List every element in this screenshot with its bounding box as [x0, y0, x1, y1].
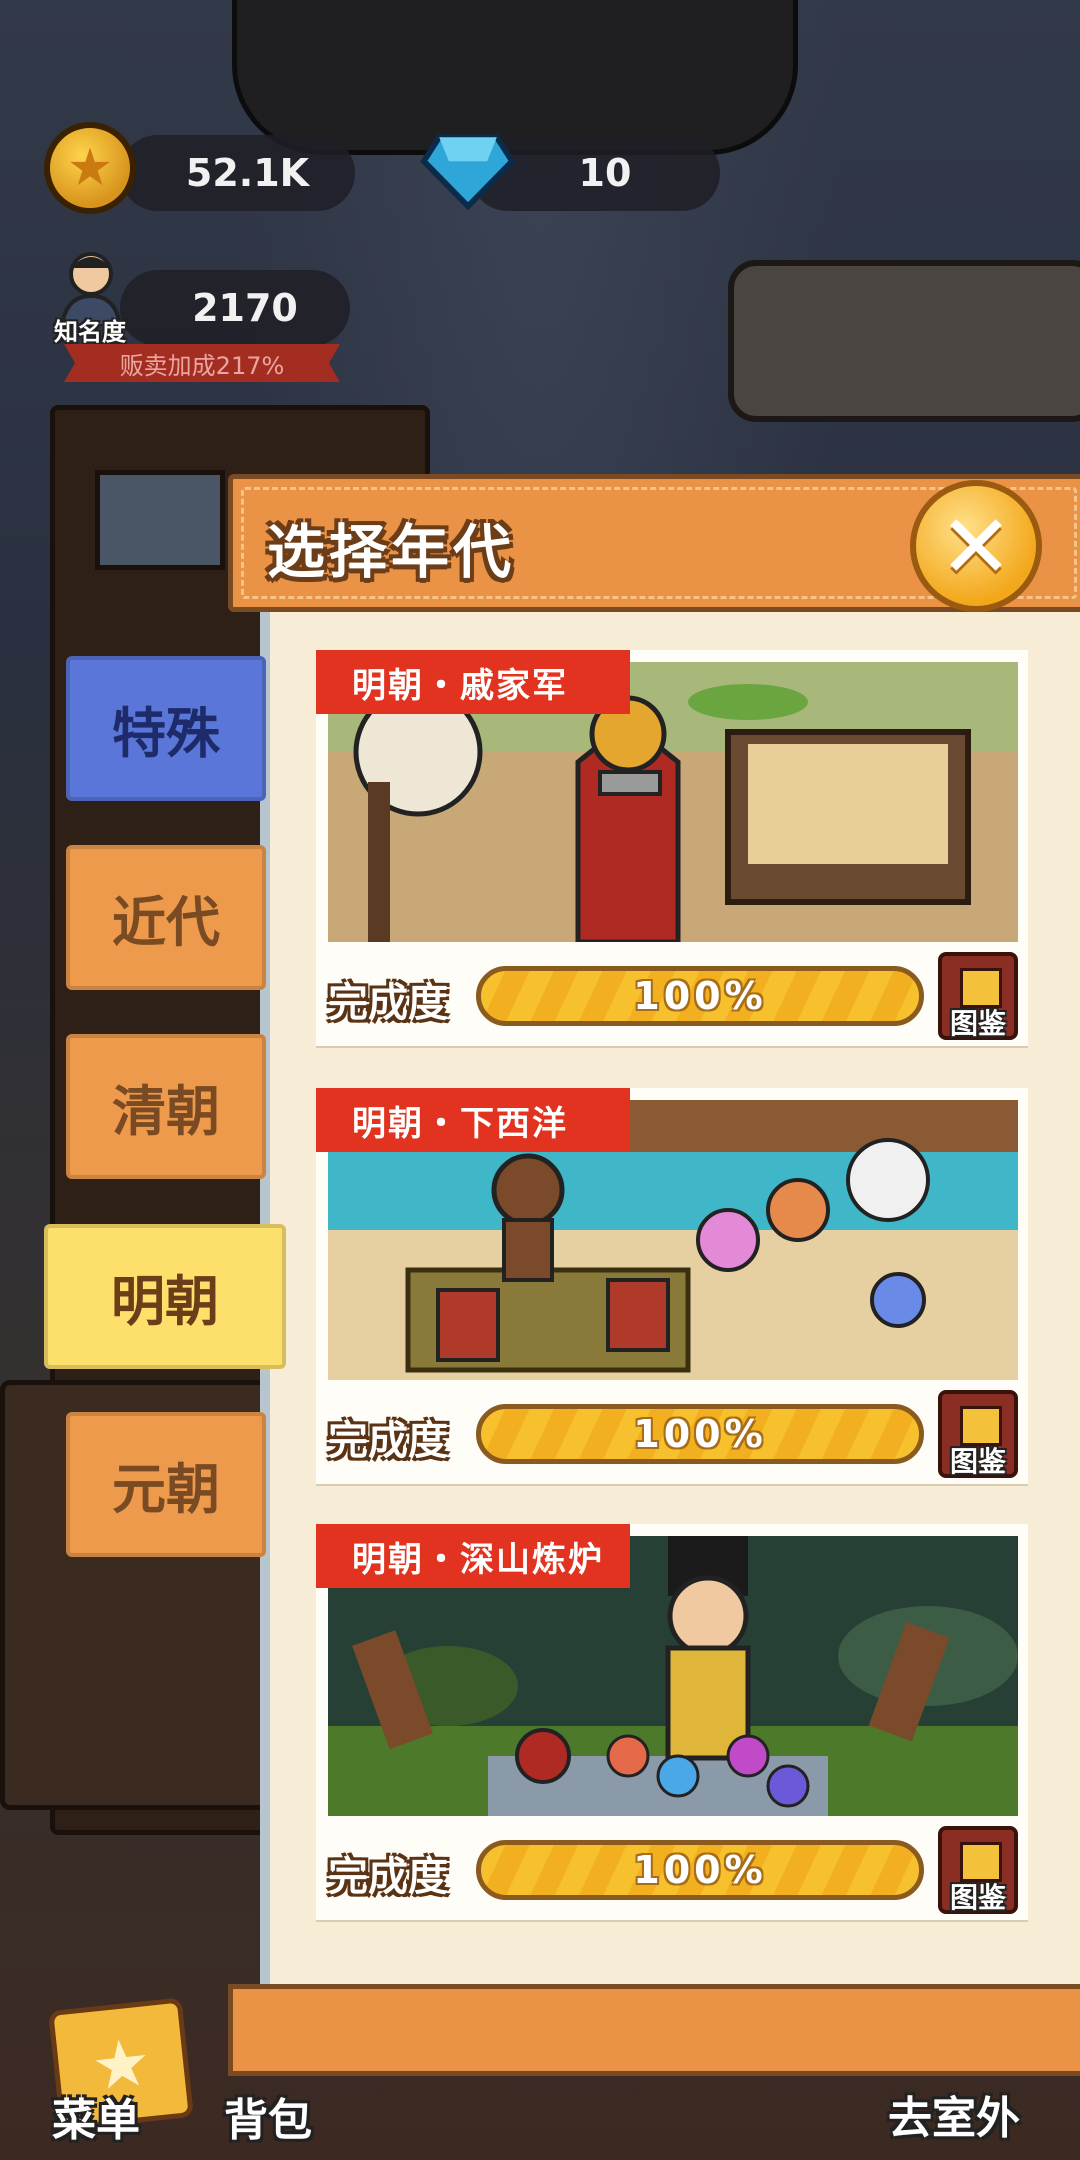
coin-counter: 52.1K — [120, 135, 355, 211]
fame-counter: 2170 — [120, 270, 350, 346]
bag-button[interactable]: 背包 — [224, 2084, 312, 2148]
encyclopedia-label: 图鉴 — [949, 1881, 1006, 1914]
go-outside-button[interactable]: 去室外 — [888, 2082, 1020, 2146]
sales-bonus-banner: 贩卖加成217% — [64, 344, 340, 382]
tab-label: 近代 — [112, 891, 220, 954]
era-panel-footer — [228, 1984, 1080, 2076]
era-tag: 明朝・下西洋 — [316, 1088, 630, 1152]
tab-modern[interactable]: 近代 — [66, 845, 266, 990]
gem-value: 10 — [578, 151, 632, 195]
completion-progress-bar: 100% — [476, 1840, 924, 1900]
tab-label: 元朝 — [112, 1458, 220, 1521]
encyclopedia-label: 图鉴 — [949, 1007, 1006, 1040]
tab-label: 特殊 — [112, 702, 220, 765]
era-card-qi-army[interactable]: 明朝・戚家军 完成度 100% 图鉴 — [316, 650, 1028, 1046]
menu-button[interactable]: 菜单 — [52, 2084, 140, 2148]
door-window — [95, 470, 225, 570]
progress-text: 100% — [633, 974, 767, 1018]
tab-label: 明朝 — [111, 1270, 219, 1333]
tab-qing[interactable]: 清朝 — [66, 1034, 266, 1179]
completion-label: 完成度 — [328, 1418, 448, 1464]
era-card-voyage[interactable]: 明朝・下西洋 完成度 100% 图鉴 — [316, 1088, 1028, 1484]
encyclopedia-button[interactable]: 图鉴 — [938, 1390, 1018, 1478]
encyclopedia-button[interactable]: 图鉴 — [938, 1826, 1018, 1914]
completion-label: 完成度 — [328, 1854, 448, 1900]
tab-label: 清朝 — [112, 1080, 220, 1143]
completion-label: 完成度 — [328, 980, 448, 1026]
encyclopedia-label: 图鉴 — [949, 1445, 1006, 1478]
coin-value: 52.1K — [185, 151, 310, 195]
encyclopedia-button[interactable]: 图鉴 — [938, 952, 1018, 1040]
era-tag: 明朝・戚家军 — [316, 650, 630, 714]
panel-title: 选择年代 — [267, 518, 516, 586]
progress-text: 100% — [633, 1412, 767, 1456]
progress-text: 100% — [633, 1848, 767, 1892]
diamond-icon — [420, 134, 516, 211]
fame-value: 2170 — [192, 286, 298, 330]
tab-special[interactable]: 特殊 — [66, 656, 266, 801]
coin-icon: ★ — [44, 122, 136, 214]
close-button[interactable]: ✕ — [910, 480, 1042, 612]
air-conditioner — [728, 260, 1080, 422]
era-card-furnace[interactable]: 明朝・深山炼炉 完成度 100% 图鉴 — [316, 1524, 1028, 1920]
tab-ming-selected[interactable]: 明朝 — [44, 1224, 286, 1369]
tab-yuan[interactable]: 元朝 — [66, 1412, 266, 1557]
fame-label: 知名度 — [54, 318, 126, 346]
completion-progress-bar: 100% — [476, 1404, 924, 1464]
close-icon: ✕ — [939, 494, 1013, 598]
era-tag: 明朝・深山炼炉 — [316, 1524, 630, 1588]
completion-progress-bar: 100% — [476, 966, 924, 1026]
